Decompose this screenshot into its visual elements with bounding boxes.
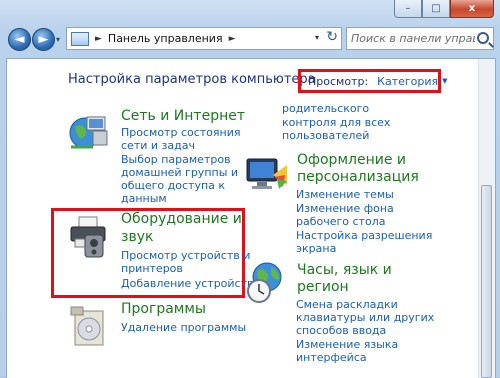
- content-pane: Настройка параметров компьютера Просмотр…: [6, 58, 496, 378]
- maximize-button[interactable]: □: [422, 0, 450, 18]
- minimize-button[interactable]: –: [394, 0, 422, 18]
- address-bar[interactable]: ► Панель управления ► ▾ ↻: [66, 27, 342, 50]
- search-icon[interactable]: [477, 32, 489, 44]
- address-dropdown-icon[interactable]: ▾: [315, 33, 319, 42]
- page-title: Настройка параметров компьютера: [68, 72, 316, 87]
- link-parental-control-2[interactable]: контроля для всех: [282, 116, 390, 129]
- category-network-internet[interactable]: Сеть и Интернет: [121, 108, 245, 125]
- link-keyboard-3[interactable]: способов ввода: [296, 324, 386, 337]
- control-panel-icon: [71, 31, 89, 46]
- link-uninstall-program[interactable]: Удаление программы: [121, 321, 246, 334]
- link-homegroup-4[interactable]: данным: [121, 192, 167, 205]
- category-hardware-line2[interactable]: звук: [121, 229, 153, 246]
- link-display-language-1[interactable]: Изменение языка: [296, 338, 398, 351]
- link-screen-resolution-1[interactable]: Настройка разрешения: [296, 229, 432, 242]
- vertical-scrollbar[interactable]: [478, 59, 495, 378]
- search-input[interactable]: Поиск в панели управле...: [351, 32, 475, 45]
- category-appearance-line2[interactable]: персонализация: [297, 169, 419, 186]
- link-add-device[interactable]: Добавление устройства: [121, 277, 260, 290]
- globe-clock-icon[interactable]: [245, 261, 285, 305]
- breadcrumb-expand-icon[interactable]: ►: [229, 34, 236, 44]
- breadcrumb-control-panel[interactable]: Панель управления: [108, 32, 223, 45]
- monitor-paint-icon[interactable]: [243, 155, 289, 193]
- forward-button[interactable]: ►: [32, 28, 55, 51]
- link-network-status-2[interactable]: сети и задач: [121, 139, 195, 152]
- view-by-selector: Просмотр: Категория ▼: [298, 69, 448, 93]
- title-bar-buttons: – □ x: [394, 0, 494, 18]
- link-keyboard-2[interactable]: клавиатуры или других: [296, 311, 434, 324]
- category-clock-line2[interactable]: регион: [297, 279, 349, 296]
- breadcrumb-separator-icon[interactable]: ►: [95, 34, 102, 44]
- link-screen-resolution-2[interactable]: экрана: [296, 242, 336, 255]
- link-view-devices-1[interactable]: Просмотр устройств и: [121, 249, 250, 262]
- scrollbar-thumb[interactable]: [481, 185, 492, 378]
- programs-disk-icon[interactable]: [67, 305, 111, 349]
- history-dropdown-icon[interactable]: ▾: [56, 35, 60, 44]
- window-frame: – □ x ◄ ► ▾ ► Панель управления ► ▾ ↻ По…: [0, 0, 500, 378]
- link-change-background-2[interactable]: рабочего стола: [296, 215, 385, 228]
- link-parental-control-3[interactable]: пользователей: [282, 129, 369, 142]
- link-display-language-2[interactable]: интерфейса: [296, 351, 367, 364]
- navigation-bar: ◄ ► ▾ ► Панель управления ► ▾ ↻ Поиск в …: [6, 26, 494, 52]
- link-view-devices-2[interactable]: принтеров: [121, 262, 183, 275]
- category-appearance-line1[interactable]: Оформление и: [297, 152, 406, 169]
- refresh-icon[interactable]: ↻: [326, 29, 338, 45]
- link-change-theme[interactable]: Изменение темы: [296, 188, 394, 201]
- link-homegroup-2[interactable]: домашней группы и: [121, 166, 238, 179]
- view-by-dropdown[interactable]: Категория: [377, 75, 438, 88]
- link-parental-control-1[interactable]: родительского: [282, 102, 369, 115]
- back-button[interactable]: ◄: [8, 28, 31, 51]
- link-keyboard-1[interactable]: Смена раскладки: [296, 298, 398, 311]
- category-hardware-line1[interactable]: Оборудование и: [121, 211, 242, 228]
- chevron-down-icon[interactable]: ▼: [442, 77, 447, 85]
- network-globe-icon[interactable]: [67, 111, 111, 153]
- search-box[interactable]: Поиск в панели управле...: [346, 27, 494, 50]
- category-clock-line1[interactable]: Часы, язык и: [297, 262, 392, 279]
- category-programs[interactable]: Программы: [121, 301, 206, 318]
- link-homegroup-3[interactable]: общего доступа к: [121, 179, 225, 192]
- link-network-status-1[interactable]: Просмотр состояния: [121, 126, 241, 139]
- close-button[interactable]: x: [450, 0, 494, 18]
- link-homegroup-1[interactable]: Выбор параметров: [121, 153, 231, 166]
- printer-icon[interactable]: [67, 215, 113, 259]
- view-by-label: Просмотр:: [308, 74, 369, 88]
- link-change-background-1[interactable]: Изменение фона: [296, 202, 394, 215]
